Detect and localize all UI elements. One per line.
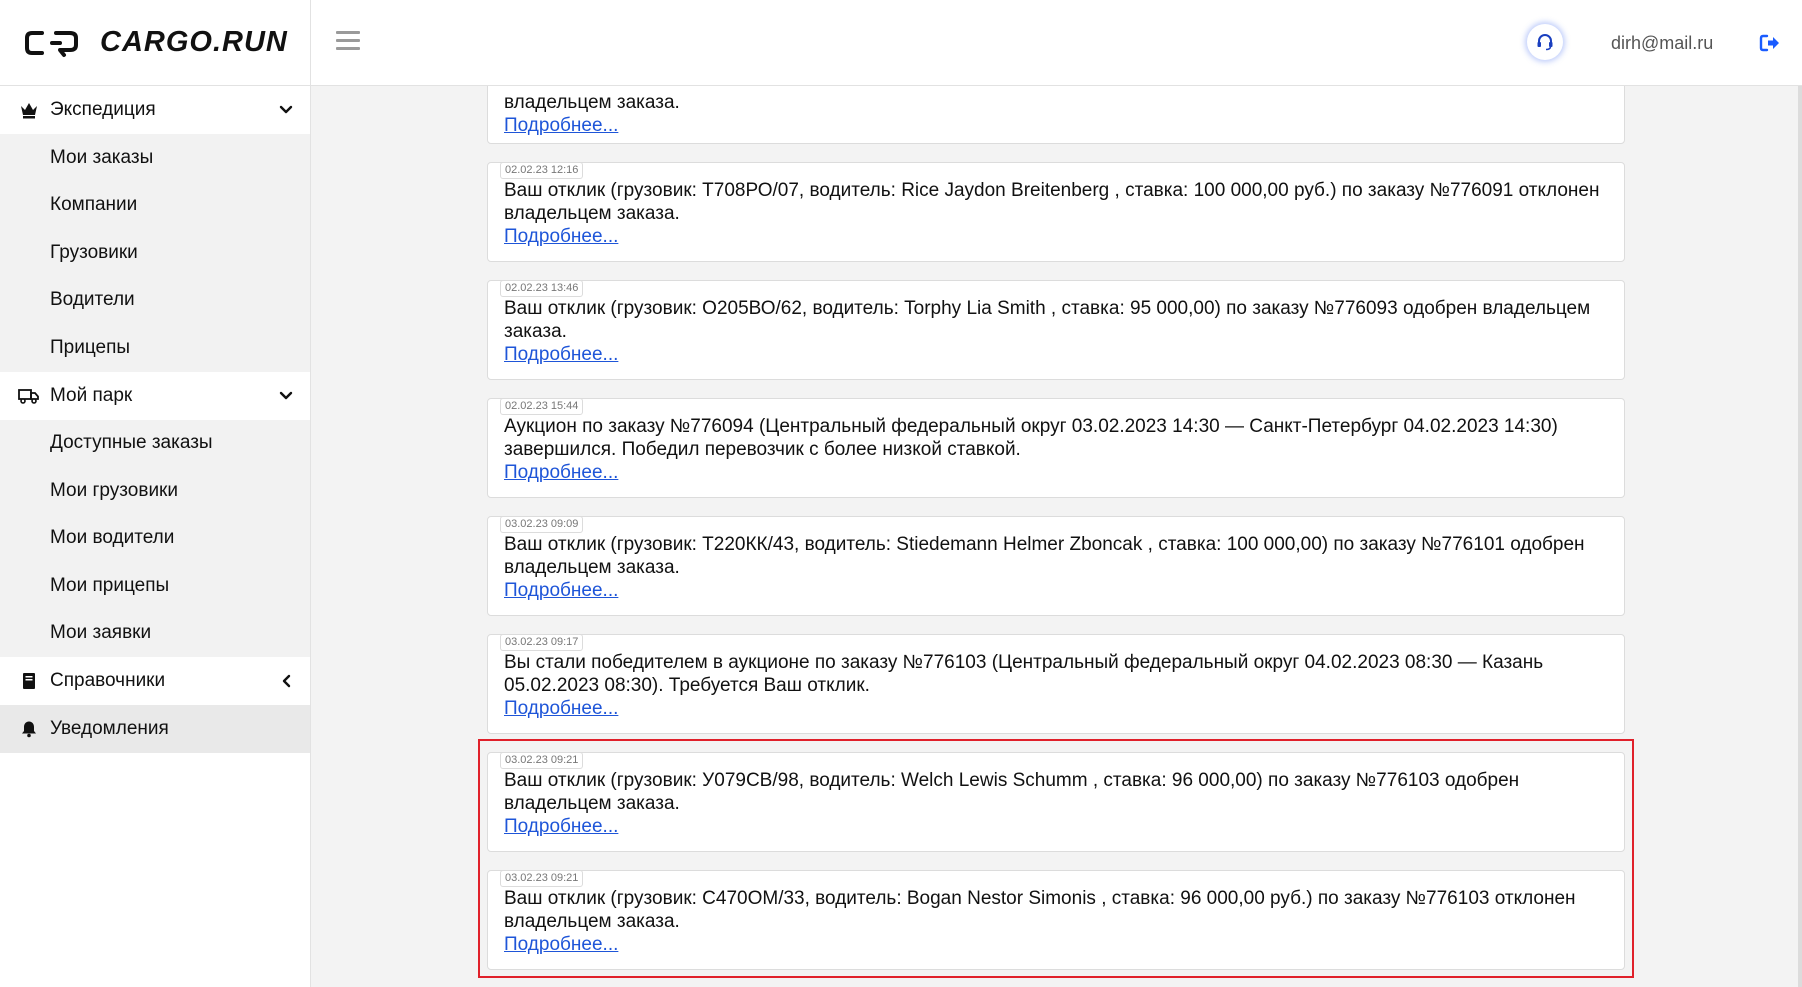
notification-card: 03.02.23 09:17 Вы стали победителем в ау… <box>487 634 1625 734</box>
notification-message: Ваш отклик (грузовик: О205ВО/62, водител… <box>504 298 1591 342</box>
notification-details-link[interactable]: Подробнее... <box>504 579 618 602</box>
book-icon <box>18 670 40 692</box>
sidebar-item-my-trailers[interactable]: Мои прицепы <box>0 562 310 610</box>
notification-message: владельцем заказа. <box>504 92 680 113</box>
notification-details-link[interactable]: Подробнее... <box>504 461 618 484</box>
headset-icon[interactable] <box>1527 24 1563 60</box>
logout-icon[interactable] <box>1759 33 1781 53</box>
scrollbar[interactable] <box>1798 86 1802 987</box>
sidebar-section-expedition[interactable]: Экспедиция <box>0 86 310 134</box>
sidebar-section-label: Уведомления <box>50 718 169 739</box>
notification-card: 02.02.23 15:44 Аукцион по заказу №776094… <box>487 398 1625 498</box>
hamburger-icon[interactable] <box>336 31 360 53</box>
notification-card: 03.02.23 09:21 Ваш отклик (грузовик: У07… <box>487 752 1625 852</box>
notification-card: владельцем заказа. Подробнее... <box>487 86 1625 144</box>
notification-card: 02.02.23 13:46 Ваш отклик (грузовик: О20… <box>487 280 1625 380</box>
bell-icon <box>18 718 40 740</box>
sidebar-section-notifications[interactable]: Уведомления <box>0 705 310 753</box>
notification-card: 03.02.23 09:21 Ваш отклик (грузовик: С47… <box>487 870 1625 970</box>
notification-message: Вы стали победителем в аукционе по заказ… <box>504 652 1544 696</box>
chevron-left-icon <box>278 673 294 689</box>
notification-details-link[interactable]: Подробнее... <box>504 815 618 838</box>
crown-icon <box>18 99 40 121</box>
notification-card: 03.02.23 09:09 Ваш отклик (грузовик: Т22… <box>487 516 1625 616</box>
notification-message: Аукцион по заказу №776094 (Центральный ф… <box>504 416 1558 460</box>
truck-icon <box>18 385 40 407</box>
top-header: dirh@mail.ru <box>311 0 1802 86</box>
sidebar-item-my-drivers[interactable]: Мои водители <box>0 514 310 562</box>
notification-details-link[interactable]: Подробнее... <box>504 114 618 137</box>
notification-timestamp: 03.02.23 09:21 <box>500 870 584 887</box>
cargo-run-logo-icon <box>25 30 78 57</box>
user-email[interactable]: dirh@mail.ru <box>1611 33 1713 54</box>
notification-message: Ваш отклик (грузовик: С470ОМ/33, водител… <box>504 888 1576 932</box>
notification-timestamp: 02.02.23 12:16 <box>500 162 584 179</box>
brand-name: CARGO.RUN <box>100 26 288 58</box>
sidebar-section-label: Экспедиция <box>50 99 156 120</box>
sidebar-item-available-orders[interactable]: Доступные заказы <box>0 419 310 467</box>
chevron-down-icon <box>278 388 294 404</box>
sidebar: CARGO.RUN Экспедиция Мои заказы Компании… <box>0 0 311 987</box>
notification-card: 02.02.23 12:16 Ваш отклик (грузовик: Т70… <box>487 162 1625 262</box>
notifications-feed: владельцем заказа. Подробнее... 02.02.23… <box>487 86 1625 987</box>
notification-details-link[interactable]: Подробнее... <box>504 225 618 248</box>
notification-timestamp: 03.02.23 09:21 <box>500 752 584 769</box>
sidebar-item-my-trucks[interactable]: Мои грузовики <box>0 467 310 515</box>
notification-timestamp: 02.02.23 13:46 <box>500 280 584 297</box>
notification-details-link[interactable]: Подробнее... <box>504 343 618 366</box>
chevron-down-icon <box>278 102 294 118</box>
sidebar-section-label: Мой парк <box>50 384 133 406</box>
sidebar-nav: Экспедиция Мои заказы Компании Грузовики… <box>0 86 310 753</box>
sidebar-item-my-requests[interactable]: Мои заявки <box>0 609 310 657</box>
sidebar-item-companies[interactable]: Компании <box>0 181 310 229</box>
sidebar-item-drivers[interactable]: Водители <box>0 276 310 324</box>
notification-message: Ваш отклик (грузовик: У079СВ/98, водител… <box>504 770 1520 814</box>
sidebar-item-trailers[interactable]: Прицепы <box>0 324 310 372</box>
notifications-content[interactable]: владельцем заказа. Подробнее... 02.02.23… <box>311 86 1802 987</box>
notification-details-link[interactable]: Подробнее... <box>504 933 618 956</box>
notification-timestamp: 02.02.23 15:44 <box>500 398 584 415</box>
sidebar-section-label: Справочники <box>50 670 166 691</box>
notification-message: Ваш отклик (грузовик: Т708РО/07, водител… <box>504 180 1600 224</box>
app-root: CARGO.RUN Экспедиция Мои заказы Компании… <box>0 0 1802 987</box>
sidebar-item-my-orders[interactable]: Мои заказы <box>0 134 310 182</box>
notification-details-link[interactable]: Подробнее... <box>504 697 618 720</box>
brand[interactable]: CARGO.RUN <box>0 0 310 86</box>
notification-timestamp: 03.02.23 09:17 <box>500 634 584 651</box>
notification-message: Ваш отклик (грузовик: Т220КК/43, водител… <box>504 534 1585 578</box>
sidebar-item-trucks[interactable]: Грузовики <box>0 229 310 277</box>
sidebar-section-references[interactable]: Справочники <box>0 657 310 705</box>
notification-timestamp: 03.02.23 09:09 <box>500 516 584 533</box>
sidebar-section-my-fleet[interactable]: Мой парк <box>0 372 310 420</box>
